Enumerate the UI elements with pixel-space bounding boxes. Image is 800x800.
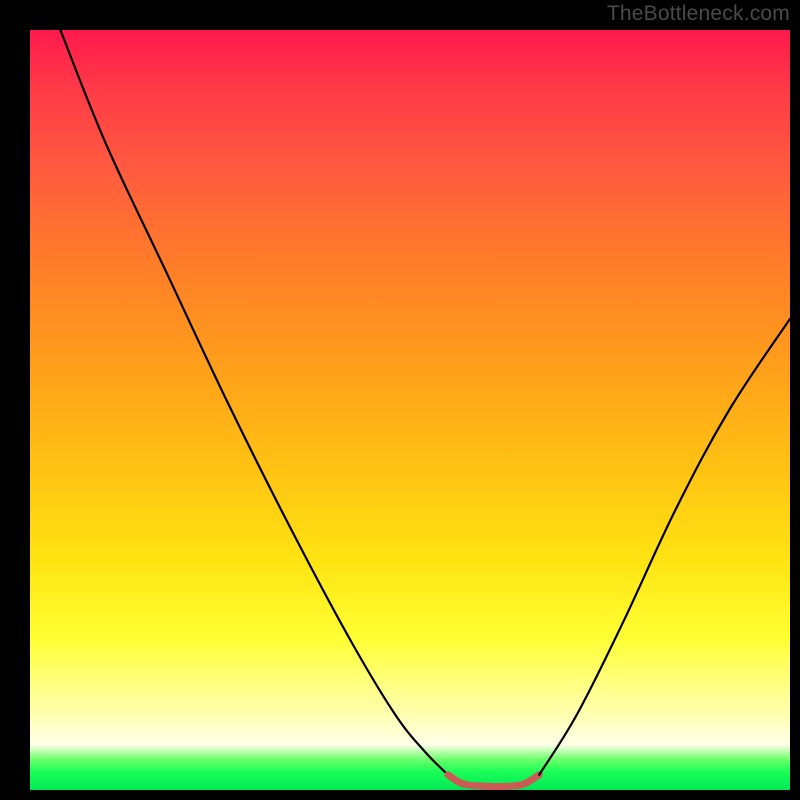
watermark-text: TheBottleneck.com bbox=[607, 2, 790, 26]
curve-right bbox=[539, 319, 790, 775]
chart-frame: TheBottleneck.com bbox=[0, 0, 800, 800]
curve-trough bbox=[448, 775, 539, 787]
curve-left bbox=[60, 30, 448, 775]
chart-svg bbox=[30, 30, 790, 790]
plot-area bbox=[30, 30, 790, 790]
